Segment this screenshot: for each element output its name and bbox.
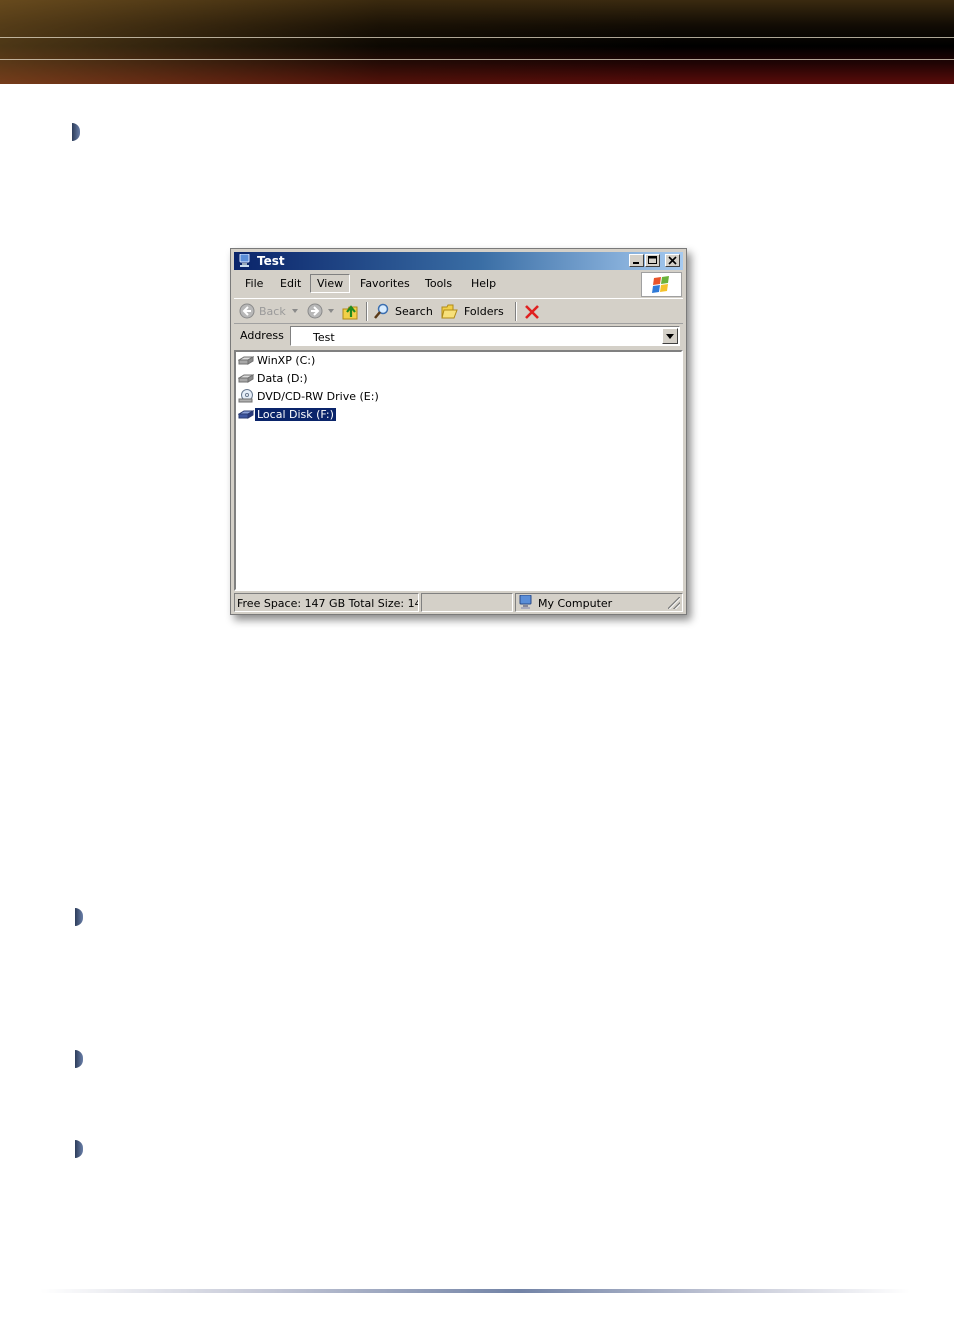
bullet-icon [75, 908, 83, 926]
my-computer-icon [519, 595, 532, 609]
close-button[interactable] [665, 254, 680, 267]
bullet-icon [72, 123, 80, 141]
menu-favorites[interactable]: Favorites [360, 277, 410, 290]
delete-x-icon[interactable] [524, 304, 540, 320]
standard-toolbar: Back Search Folders [234, 298, 683, 324]
status-space-text: Free Space: 147 GB Total Size: 14 [237, 597, 419, 610]
close-icon [668, 256, 677, 265]
search-icon[interactable] [373, 303, 390, 320]
address-bar: Address Test [234, 325, 683, 347]
drive-label: Data (D:) [257, 372, 308, 385]
menu-view[interactable]: View [310, 274, 351, 293]
back-button[interactable]: Back [259, 305, 286, 318]
maximize-icon [648, 256, 657, 264]
drive-label: DVD/CD-RW Drive (E:) [257, 390, 379, 403]
minimize-button[interactable] [629, 254, 644, 267]
up-folder-icon[interactable] [342, 302, 359, 320]
hard-drive-icon [238, 410, 254, 419]
footer-rule [40, 1289, 910, 1293]
optical-drive-icon [238, 389, 253, 403]
status-location-pane: My Computer [515, 593, 683, 612]
hard-drive-icon [238, 374, 254, 383]
chevron-down-icon[interactable] [292, 309, 298, 313]
forward-arrow-icon[interactable] [307, 303, 323, 319]
title-bar[interactable]: Test [234, 252, 683, 270]
drive-list: WinXP (C:) Data (D:) DVD/CD-RW Drive (E:… [234, 350, 683, 591]
search-button[interactable]: Search [395, 305, 433, 318]
banner-glow [0, 0, 954, 84]
toolbar-separator [366, 302, 368, 321]
explorer-window: Test File Edit View Favorites Tools Help… [230, 248, 687, 615]
maximize-button[interactable] [645, 254, 660, 267]
menu-bar: File Edit View Favorites Tools Help [234, 273, 640, 295]
folders-icon[interactable] [441, 304, 458, 319]
hard-drive-icon [238, 356, 254, 365]
drive-label: WinXP (C:) [257, 354, 316, 367]
computer-icon [239, 254, 250, 267]
banner-line [0, 37, 954, 38]
menu-help[interactable]: Help [471, 277, 496, 290]
windows-flag-icon [652, 276, 669, 293]
menu-edit[interactable]: Edit [280, 277, 301, 290]
menu-tools[interactable]: Tools [425, 277, 452, 290]
minimize-icon [633, 262, 639, 264]
address-label: Address [240, 329, 284, 342]
back-arrow-icon[interactable] [239, 303, 255, 319]
folders-button[interactable]: Folders [464, 305, 504, 318]
banner-line [0, 59, 954, 60]
address-dropdown-button[interactable] [662, 328, 678, 344]
status-bar: Free Space: 147 GB Total Size: 14 My Com… [234, 593, 683, 612]
windows-logo [641, 272, 682, 297]
header-banner [0, 0, 954, 84]
menu-file[interactable]: File [245, 277, 263, 290]
address-input[interactable]: Test [290, 326, 680, 346]
status-size-pane [421, 593, 513, 612]
drive-label: Local Disk (F:) [254, 407, 337, 422]
chevron-down-icon[interactable] [328, 309, 334, 313]
bullet-icon [75, 1050, 83, 1068]
status-space-pane: Free Space: 147 GB Total Size: 14 [234, 593, 419, 612]
resize-grip[interactable] [668, 597, 680, 609]
status-location-text: My Computer [538, 597, 613, 610]
bullet-icon [75, 1140, 83, 1158]
address-value: Test [313, 331, 335, 344]
window-title: Test [257, 254, 285, 268]
toolbar-separator [515, 302, 517, 321]
